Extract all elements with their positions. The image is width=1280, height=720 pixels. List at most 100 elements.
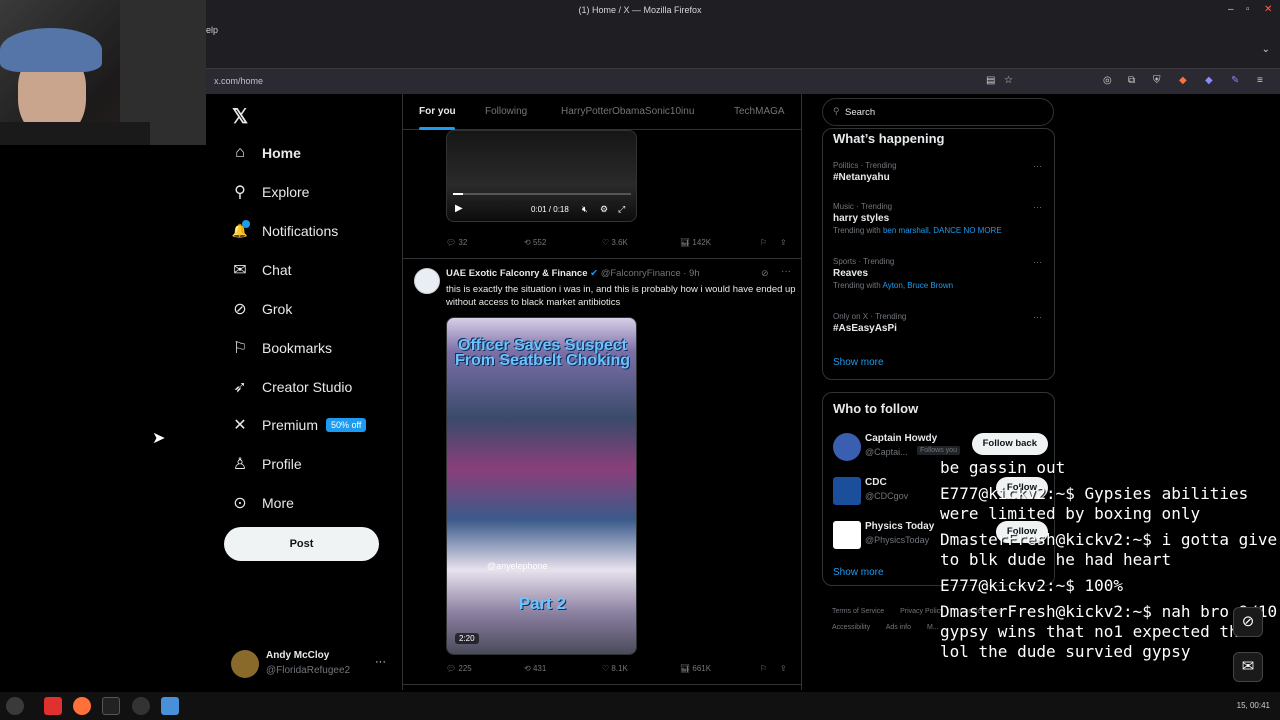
video-progress-fill [453, 193, 463, 195]
sidebar-item-notifications[interactable]: 🔔 Notifications [230, 216, 338, 246]
like-button[interactable]: ♡ 3.6K [602, 238, 628, 247]
trend-item[interactable]: Only on X · Trending #AsEasyAsPi ··· [833, 312, 1048, 334]
more-dots-icon[interactable]: ··· [1033, 202, 1042, 212]
share-icon[interactable]: ⇪ [780, 238, 787, 247]
follows-you-badge: Follows you [917, 446, 960, 455]
tab-following[interactable]: Following [485, 106, 527, 117]
tweet-video[interactable]: ▶ 0:01 / 0:18 🔇︎ ⚙ ⤢ [446, 130, 637, 222]
chat-message: DmasterFresh@kickv2:~$ i gotta give to b… [940, 530, 1278, 569]
more-dots-icon[interactable]: ··· [781, 266, 791, 277]
verified-badge-icon: ✔ [590, 268, 599, 279]
footer-link[interactable]: M... [927, 624, 939, 631]
reply-button[interactable]: 💬︎ 32 [446, 238, 467, 247]
repost-button[interactable]: ⟲ 552 [524, 238, 546, 247]
settings-icon[interactable]: ⚙ [600, 204, 608, 215]
sidebar-item-more[interactable]: ⊙ More [230, 488, 294, 518]
account-handle: @FloridaRefugee2 [266, 665, 351, 676]
footer-link[interactable]: Ads info [886, 624, 911, 631]
section-title: Who to follow [833, 401, 919, 416]
hamburger-menu-icon[interactable]: ≡ [1257, 75, 1263, 86]
views-button[interactable]: 📊︎ 661K [680, 664, 711, 673]
search-input[interactable]: ⚲ Search [822, 98, 1054, 126]
timeline: ▶ 0:01 / 0:18 🔇︎ ⚙ ⤢ 💬︎ 32 ⟲ 552 ♡ 3.6K … [402, 94, 802, 690]
show-more-link[interactable]: Show more [833, 567, 884, 578]
sidebar-item-profile[interactable]: ♙ Profile [230, 449, 302, 479]
show-more-link[interactable]: Show more [833, 357, 884, 368]
avatar[interactable] [414, 268, 440, 294]
start-menu-icon[interactable] [6, 697, 24, 715]
trend-item[interactable]: Politics · Trending #Netanyahu ··· [833, 161, 1048, 183]
sidebar-item-grok[interactable]: ⊘ Grok [230, 294, 292, 324]
repost-button[interactable]: ⟲ 431 [524, 664, 546, 673]
more-dots-icon[interactable]: ··· [1033, 161, 1042, 171]
reply-button[interactable]: 💬︎ 225 [446, 664, 472, 673]
sidebar-item-explore[interactable]: ⚲ Explore [230, 177, 309, 207]
addon-fox-icon[interactable]: ◆ [1179, 75, 1187, 86]
fullscreen-icon[interactable]: ⤢ [618, 204, 625, 215]
firefox-app-icon[interactable] [73, 697, 91, 715]
shield-icon[interactable]: ⛨ [1153, 75, 1161, 86]
tweet-actions: 💬︎ 225 ⟲ 431 ♡ 8.1K 📊︎ 661K ⚐ ⇪ [446, 664, 791, 678]
sidebar-item-chat[interactable]: ✉ Chat [230, 255, 291, 285]
sidebar-item-home[interactable]: ⌂ Home [230, 138, 301, 168]
obs-app-icon[interactable] [132, 697, 150, 715]
avatar [833, 521, 861, 549]
x-logo-icon[interactable]: 𝕏 [232, 104, 248, 129]
mouse-cursor-icon: ➤ [152, 430, 166, 447]
footer-link[interactable]: Terms of Service [832, 608, 884, 615]
tweet-author-name[interactable]: UAE Exotic Falconry & Finance [446, 268, 587, 279]
bookmark-star-icon[interactable]: ☆ [1004, 75, 1013, 86]
account-switcher[interactable]: Andy McCloy @FloridaRefugee2 ··· [231, 648, 391, 680]
search-icon: ⚲ [234, 184, 246, 201]
sidebar-item-premium[interactable]: ✕ Premium 50% off [230, 410, 367, 440]
video-progress-track[interactable] [453, 193, 631, 195]
extensions-icon[interactable]: ⧉ [1128, 75, 1135, 86]
tweet-time[interactable]: · 9h [683, 268, 699, 279]
maximize-icon[interactable]: ▫ [1246, 4, 1250, 15]
window-titlebar: (1) Home / X — Mozilla Firefox – ▫ ✕ [206, 0, 1280, 22]
grok-icon[interactable]: ⊘ [761, 268, 769, 279]
notification-badge [242, 220, 250, 228]
more-dots-icon[interactable]: ··· [1033, 257, 1042, 267]
bookmark-icon[interactable]: ⚐ [760, 664, 767, 673]
sidebar-item-creator-studio[interactable]: ➶ Creator Studio [230, 372, 352, 402]
files-app-icon[interactable] [44, 697, 62, 715]
tab-list-techmaga[interactable]: TechMAGA [734, 106, 785, 117]
tweet-author-handle[interactable]: @FalconryFinance [601, 268, 681, 279]
bookmark-icon[interactable]: ⚐ [760, 238, 767, 247]
more-dots-icon[interactable]: ··· [1033, 312, 1042, 322]
x-premium-icon: ✕ [233, 417, 247, 434]
follow-back-button[interactable]: Follow back [971, 433, 1048, 455]
tab-list-harrypotter[interactable]: HarryPotterObamaSonic10inu [561, 106, 694, 117]
tab-for-you[interactable]: For you [419, 106, 456, 117]
menu-help[interactable]: elp [206, 25, 218, 35]
more-dots-icon[interactable]: ··· [375, 656, 386, 668]
tweet-video[interactable]: Officer Saves Suspect From Seatbelt Chok… [446, 317, 637, 655]
chat-message: DmasterFresh@kickv2:~$ nah bro 9/10 gyps… [940, 602, 1278, 661]
tabs-list-chevron-icon[interactable]: ⌄ [1262, 44, 1270, 55]
account-icon[interactable]: ◎ [1103, 75, 1112, 86]
sidebar-item-bookmarks[interactable]: ⚐ Bookmarks [230, 333, 332, 363]
terminal-app-icon[interactable] [102, 697, 120, 715]
footer-link[interactable]: Accessibility [832, 624, 870, 631]
messages-icon[interactable]: ✉ [1233, 652, 1263, 682]
addon-pen-icon[interactable]: ✎ [1231, 75, 1239, 86]
close-icon[interactable]: ✕ [1264, 4, 1272, 15]
trend-item[interactable]: Sports · Trending Reaves Trending with A… [833, 257, 1048, 290]
footer-link[interactable]: Privacy Policy [900, 608, 944, 615]
minimize-icon[interactable]: – [1228, 4, 1234, 15]
share-icon[interactable]: ⇪ [780, 664, 787, 673]
views-button[interactable]: 📊︎ 142K [680, 238, 711, 247]
addon-icon[interactable]: ◆ [1205, 75, 1213, 86]
url-field[interactable]: x.com/home [214, 76, 263, 86]
grok-icon[interactable]: ⊘ [1233, 607, 1263, 637]
reader-icon[interactable]: ▤ [986, 75, 995, 86]
mute-icon[interactable]: 🔇︎ [582, 204, 588, 215]
post-button[interactable]: Post [224, 527, 379, 561]
whats-happening-panel: What’s happening Politics · Trending #Ne… [822, 128, 1055, 380]
play-icon[interactable]: ▶ [455, 203, 463, 214]
divider [403, 684, 801, 685]
trend-item[interactable]: Music · Trending harry styles Trending w… [833, 202, 1048, 235]
app-icon[interactable] [161, 697, 179, 715]
like-button[interactable]: ♡ 8.1K [602, 664, 628, 673]
